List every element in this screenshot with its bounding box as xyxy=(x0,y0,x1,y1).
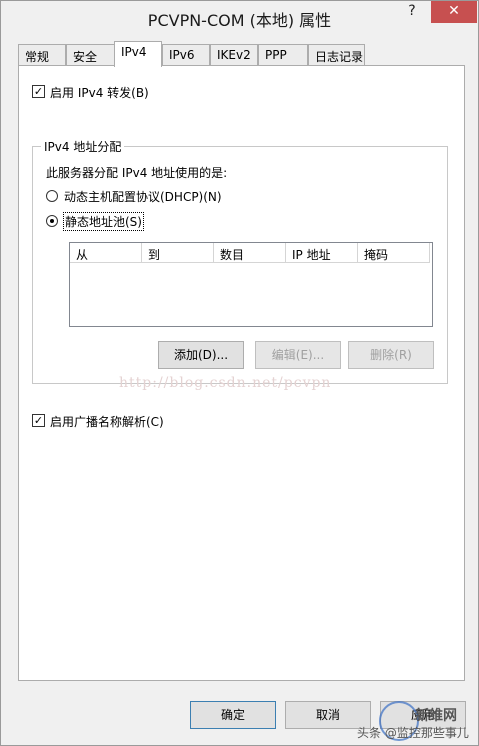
ok-button[interactable]: 确定 xyxy=(190,701,276,729)
enable-ipv4-forwarding-label: 启用 IPv4 转发(B) xyxy=(50,86,149,100)
dhcp-radio[interactable] xyxy=(46,190,58,202)
add-button[interactable]: 添加(D)... xyxy=(158,341,244,369)
brand-watermark-text: 新维网 xyxy=(415,708,457,724)
group-title: IPv4 地址分配 xyxy=(41,138,125,155)
tab-ppp[interactable]: PPP xyxy=(258,44,308,66)
tab-ikev2[interactable]: IKEv2 xyxy=(210,44,258,66)
tab-ipv4[interactable]: IPv4 xyxy=(114,41,162,67)
static-pool-radio-label: 静态地址池(S) xyxy=(63,212,144,231)
enable-broadcast-name-resolution-label: 启用广播名称解析(C) xyxy=(50,415,164,429)
static-pool-list[interactable]: 从 到 数目 IP 地址 掩码 xyxy=(69,242,433,327)
properties-dialog: PCVPN-COM (本地) 属性 ? ✕ 常规 安全 IPv4 IPv6 IK… xyxy=(0,0,479,746)
remove-button[interactable]: 删除(R) xyxy=(348,341,434,369)
tab-ipv6[interactable]: IPv6 xyxy=(162,44,210,66)
edit-button[interactable]: 编辑(E)... xyxy=(255,341,341,369)
static-pool-radio[interactable] xyxy=(46,215,58,227)
enable-ipv4-forwarding-checkbox[interactable]: ✓ xyxy=(32,85,45,98)
brand-watermark-caption: 头条 @监控那些事儿 xyxy=(357,726,469,740)
column-count[interactable]: 数目 xyxy=(214,243,286,263)
tab-general[interactable]: 常规 xyxy=(18,44,66,66)
title-bar: PCVPN-COM (本地) 属性 ? ✕ xyxy=(1,1,478,33)
blog-watermark: http://blog.csdn.net/pcvpn xyxy=(119,375,332,391)
help-button[interactable]: ? xyxy=(396,1,428,23)
dhcp-radio-label: 动态主机配置协议(DHCP)(N) xyxy=(64,190,222,204)
tab-logging[interactable]: 日志记录 xyxy=(308,44,365,66)
close-button[interactable]: ✕ xyxy=(431,1,477,23)
radio-selected-dot xyxy=(50,219,54,223)
enable-broadcast-name-resolution-checkbox[interactable]: ✓ xyxy=(32,414,45,427)
column-mask[interactable]: 掩码 xyxy=(358,243,430,263)
column-ip-address[interactable]: IP 地址 xyxy=(286,243,358,263)
tab-security[interactable]: 安全 xyxy=(66,44,116,66)
list-header: 从 到 数目 IP 地址 掩码 xyxy=(70,243,432,263)
column-from[interactable]: 从 xyxy=(70,243,142,263)
assignment-prompt: 此服务器分配 IPv4 地址使用的是: xyxy=(46,166,228,180)
column-to[interactable]: 到 xyxy=(142,243,214,263)
